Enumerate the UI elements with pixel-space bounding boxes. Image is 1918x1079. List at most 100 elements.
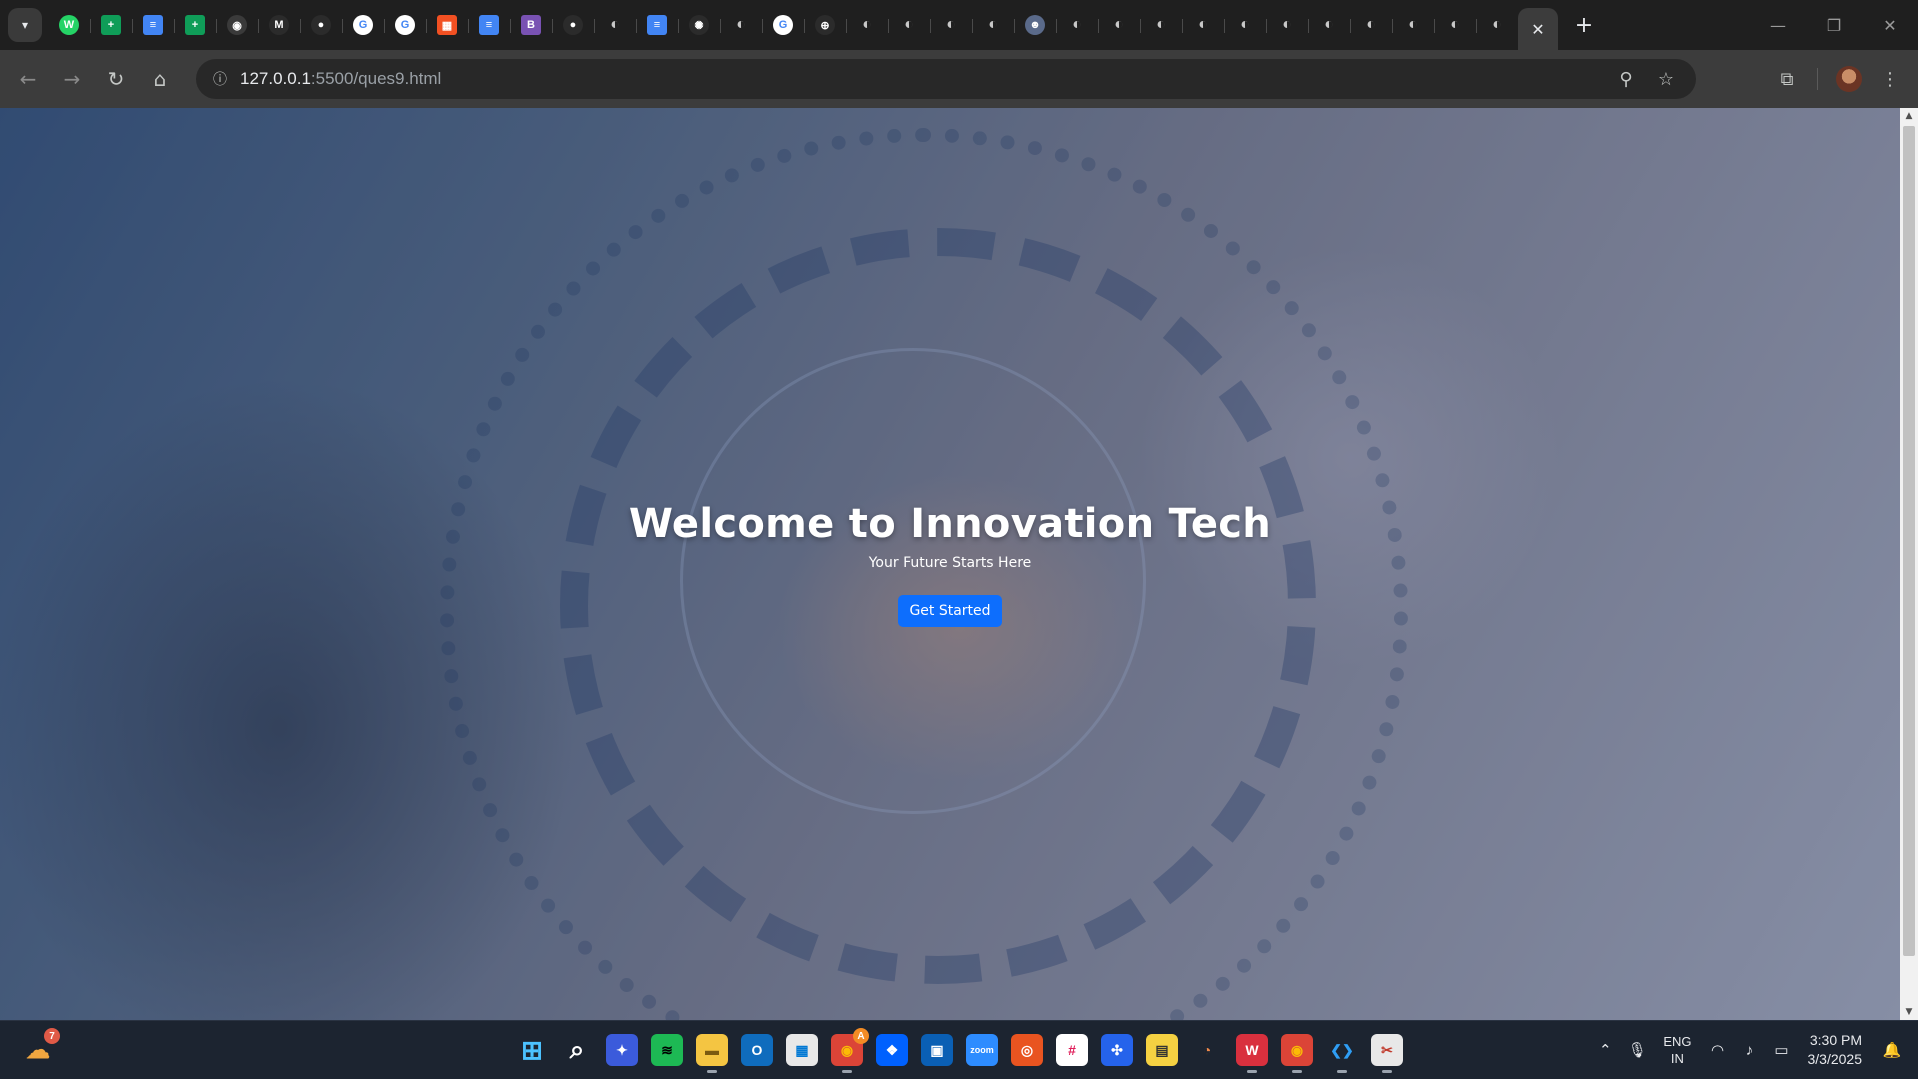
language-indicator[interactable]: ENG IN <box>1663 1033 1691 1067</box>
search-button[interactable]: ⌕ <box>561 1034 593 1066</box>
tab-search-button[interactable]: ▾ <box>8 8 42 42</box>
microphone-icon[interactable]: 🎙 <box>1621 1041 1653 1059</box>
site-info-icon[interactable]: ⓘ <box>200 69 240 89</box>
microsoft-tab[interactable]: ▦ <box>426 5 468 45</box>
close-window-button[interactable]: ✕ <box>1862 0 1918 50</box>
google-tab-2[interactable]: G <box>384 5 426 45</box>
notification-bell-icon[interactable]: 🔔 <box>1876 1041 1908 1059</box>
app-blue[interactable]: ▣ <box>921 1034 953 1066</box>
running-indicator <box>1292 1070 1302 1073</box>
globe-tab-14[interactable]: ◐ <box>1350 5 1392 45</box>
chrome-app-1[interactable]: ◉ A <box>831 1028 869 1073</box>
globe-icon: ◐ <box>904 16 914 33</box>
sticky-app[interactable]: ▤ <box>1146 1034 1178 1066</box>
github-tab-2[interactable]: ● <box>552 5 594 45</box>
google-tab-1[interactable]: G <box>342 5 384 45</box>
app-orange[interactable]: ◔ <box>1191 1034 1223 1066</box>
docs-tab-2[interactable]: ≡ <box>468 5 510 45</box>
vscode-app[interactable]: ❮❯ <box>1326 1034 1358 1073</box>
running-indicator <box>1247 1070 1257 1073</box>
scrollbar-thumb[interactable] <box>1903 126 1915 956</box>
globe-tab-2[interactable]: ◐ <box>720 5 762 45</box>
toolbar-separator <box>1817 68 1818 90</box>
ai-tab[interactable]: ☻ <box>1014 5 1056 45</box>
forward-button[interactable]: → <box>50 59 94 99</box>
get-started-button[interactable]: Get Started <box>898 595 1002 627</box>
widgets-button[interactable]: ☁ 7 <box>22 1028 60 1066</box>
openai-tab[interactable]: ✺ <box>678 5 720 45</box>
globe-tab-9[interactable]: ◐ <box>1140 5 1182 45</box>
google-tab-3[interactable]: G <box>762 5 804 45</box>
docs-tab-1[interactable]: ≡ <box>132 5 174 45</box>
clock[interactable]: 3:30 PM 3/3/2025 <box>1808 1031 1863 1069</box>
bookmark-star-icon[interactable]: ☆ <box>1646 69 1686 90</box>
home-icon: ⌂ <box>153 67 167 91</box>
home-button[interactable]: ⌂ <box>138 59 182 99</box>
scroll-down-icon[interactable]: ▼ <box>1900 1004 1918 1020</box>
extensions-icon[interactable]: ⧉ <box>1767 69 1807 90</box>
globe-tab-8[interactable]: ◐ <box>1098 5 1140 45</box>
globe-tab-4[interactable]: ◐ <box>888 5 930 45</box>
globe-tab-12[interactable]: ◐ <box>1266 5 1308 45</box>
dropbox-app[interactable]: ❖ <box>876 1034 908 1066</box>
globe-tab-7[interactable]: ◐ <box>1056 5 1098 45</box>
globe-tab-5[interactable]: ◐ <box>930 5 972 45</box>
page-scrollbar[interactable]: ▲ ▼ <box>1900 108 1918 1020</box>
running-indicator <box>842 1070 852 1073</box>
volume-icon[interactable]: ♪ <box>1734 1042 1766 1059</box>
ubuntu-app[interactable]: ◎ <box>1011 1034 1043 1066</box>
file-explorer-app[interactable]: ▬ <box>696 1034 728 1073</box>
vscode-icon: ❮❯ <box>1330 1041 1354 1058</box>
minimize-button[interactable]: — <box>1750 0 1806 50</box>
address-bar[interactable]: ⓘ 127.0.0.1:5500/ques9.html ⚲ ☆ <box>196 59 1696 99</box>
globe-tab-11[interactable]: ◐ <box>1224 5 1266 45</box>
battery-icon[interactable]: ▭ <box>1766 1041 1798 1059</box>
back-button[interactable]: ← <box>6 59 50 99</box>
store-app[interactable]: ▦ <box>786 1034 818 1066</box>
wps-app[interactable]: W <box>1236 1034 1268 1073</box>
snip-app[interactable]: ✂ <box>1371 1034 1403 1073</box>
sheets-tab-1[interactable]: + <box>90 5 132 45</box>
globe-tab-15[interactable]: ◐ <box>1392 5 1434 45</box>
reload-button[interactable]: ↻ <box>94 59 138 99</box>
zoom-icon[interactable]: ⚲ <box>1606 69 1646 90</box>
slack-app[interactable]: # <box>1056 1034 1088 1066</box>
close-icon[interactable]: ✕ <box>1531 20 1544 39</box>
globe-tab-17[interactable]: ◐ <box>1476 5 1518 45</box>
globe-tab-6[interactable]: ◐ <box>972 5 1014 45</box>
sheets-tab-2[interactable]: + <box>174 5 216 45</box>
active-tab[interactable]: ✕ <box>1518 8 1558 50</box>
globe-icon: ◐ <box>1324 16 1334 33</box>
restore-button[interactable]: ❐ <box>1806 0 1862 50</box>
profile-avatar[interactable] <box>1836 66 1862 92</box>
spotify-app[interactable]: ≋ <box>651 1034 683 1066</box>
start-button[interactable]: ⊞ <box>516 1034 548 1066</box>
github-tab-1[interactable]: ● <box>300 5 342 45</box>
bootstrap-tab[interactable]: B <box>510 5 552 45</box>
record-tab[interactable]: ◉ <box>216 5 258 45</box>
globe-tab-1[interactable]: ◐ <box>594 5 636 45</box>
whatsapp-tab[interactable]: W <box>48 5 90 45</box>
running-indicator <box>1337 1070 1347 1073</box>
pin-tab[interactable]: ⊕ <box>804 5 846 45</box>
zoom-app[interactable]: zoom <box>966 1034 998 1066</box>
globe-tab-3[interactable]: ◐ <box>846 5 888 45</box>
globe-tab-16[interactable]: ◐ <box>1434 5 1476 45</box>
scroll-up-icon[interactable]: ▲ <box>1900 108 1918 124</box>
globe-icon: ◐ <box>1240 16 1250 33</box>
outlook-app[interactable]: O <box>741 1034 773 1066</box>
menu-icon[interactable]: ⋮ <box>1870 69 1910 90</box>
app-teal[interactable]: ✣ <box>1101 1034 1133 1066</box>
new-tab-button[interactable]: + <box>1564 13 1604 38</box>
docs-tab-3[interactable]: ≡ <box>636 5 678 45</box>
running-indicator <box>707 1070 717 1073</box>
globe-tab-10[interactable]: ◐ <box>1182 5 1224 45</box>
globe-tab-13[interactable]: ◐ <box>1308 5 1350 45</box>
chrome-app-2[interactable]: ◉ <box>1281 1034 1313 1073</box>
gmail-tab[interactable]: M <box>258 5 300 45</box>
sheets-icon: + <box>185 15 205 35</box>
copilot-app[interactable]: ✦ <box>606 1034 638 1066</box>
chevron-up-icon[interactable]: ⌃ <box>1589 1041 1621 1059</box>
globe-icon: ◐ <box>610 16 620 33</box>
wifi-icon[interactable]: ◠ <box>1702 1041 1734 1059</box>
